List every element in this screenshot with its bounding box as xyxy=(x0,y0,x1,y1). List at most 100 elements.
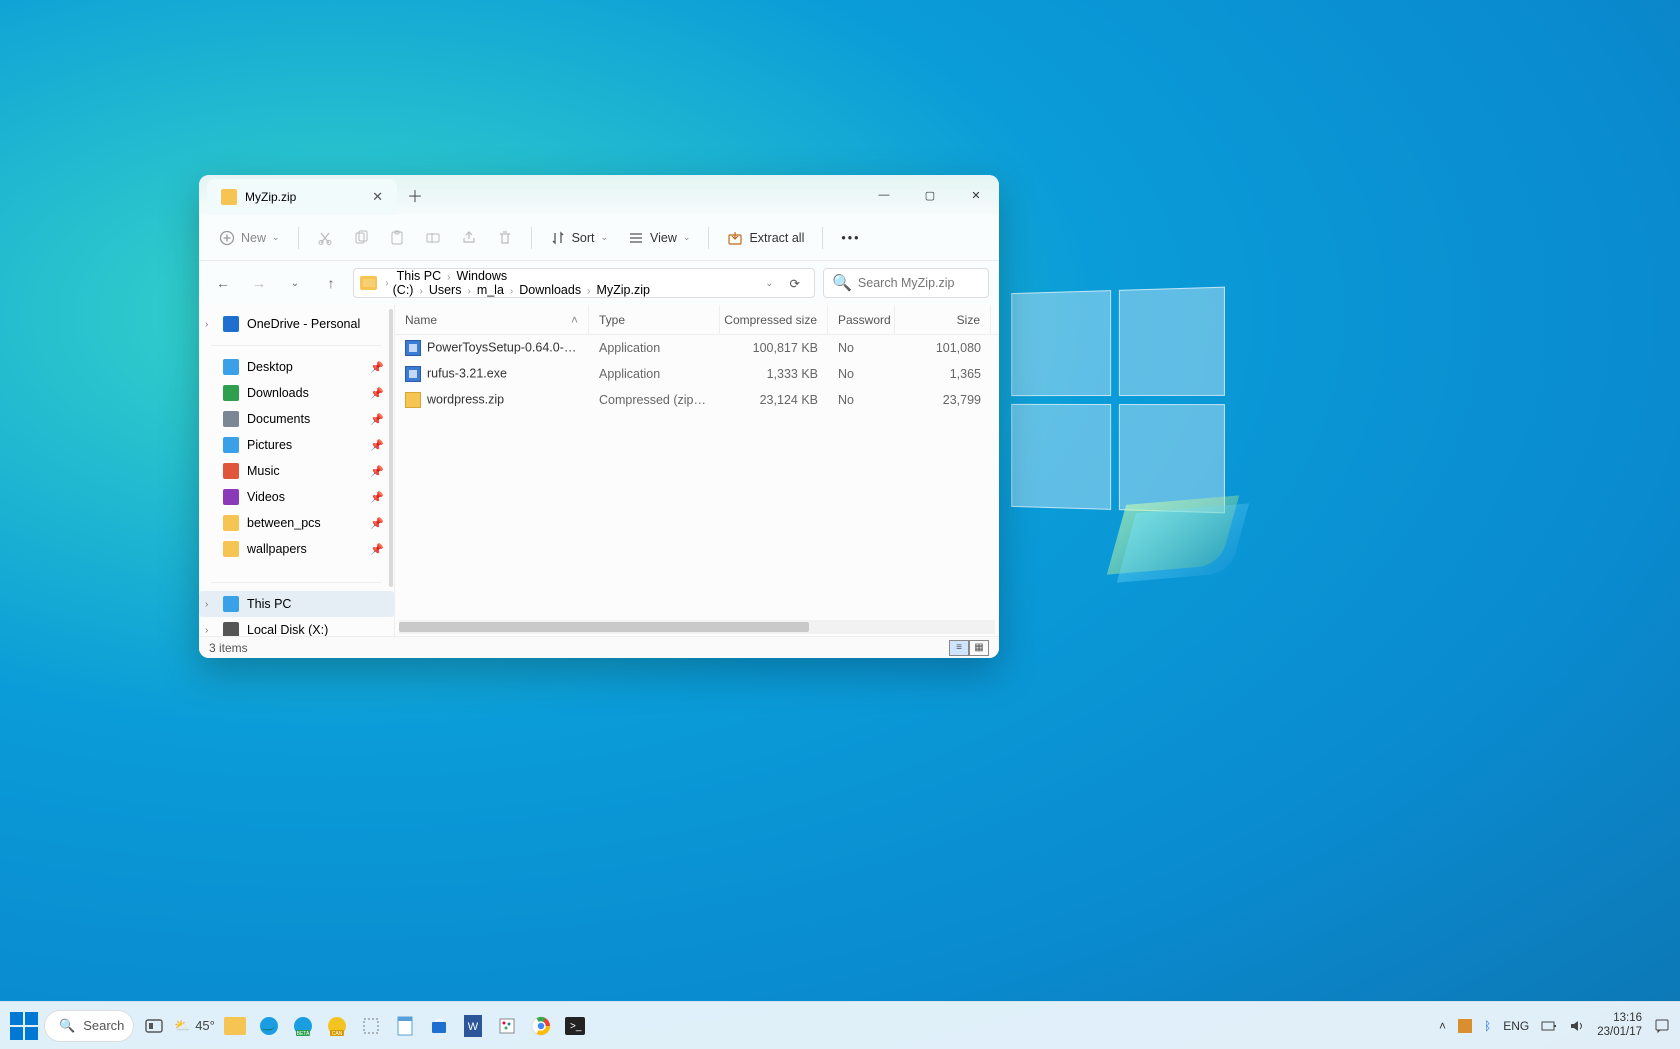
close-button[interactable]: ✕ xyxy=(953,175,999,215)
sidebar-item[interactable]: Downloads 📌 xyxy=(199,380,394,406)
sidebar-item-label: Downloads xyxy=(247,386,309,400)
file-explorer-taskbar-icon[interactable] xyxy=(221,1012,249,1040)
plus-circle-icon xyxy=(219,230,235,246)
sort-button[interactable]: Sort ⌄ xyxy=(542,224,616,252)
sidebar-item[interactable]: Desktop📌 xyxy=(199,354,394,380)
view-button[interactable]: View ⌄ xyxy=(620,224,698,252)
details-view-button[interactable]: ≡ xyxy=(949,640,969,656)
notifications-icon[interactable] xyxy=(1654,1018,1670,1034)
up-button[interactable]: ↑ xyxy=(317,269,345,297)
view-icon xyxy=(628,230,644,246)
sidebar-item[interactable]: Pictures📌 xyxy=(199,432,394,458)
extract-label: Extract all xyxy=(749,231,804,245)
task-view-button[interactable] xyxy=(140,1012,168,1040)
cell-csize: 23,124 KB xyxy=(720,393,828,407)
folder-icon xyxy=(223,596,239,612)
weather-widget[interactable]: ⛅ 45° xyxy=(174,1018,215,1034)
address-bar[interactable]: › This PC›Windows (C:)›Users›m_la›Downlo… xyxy=(353,268,815,298)
horizontal-scrollbar[interactable] xyxy=(399,620,995,634)
cell-name: PowerToysSetup-0.64.0-x64.exe xyxy=(395,340,589,356)
extract-all-button[interactable]: Extract all xyxy=(719,224,812,252)
cut-button[interactable] xyxy=(309,224,341,252)
tray-app-icon[interactable] xyxy=(1458,1019,1472,1033)
cell-size: 1,365 xyxy=(895,367,991,381)
tray-overflow-icon[interactable]: ˄ xyxy=(1439,1019,1446,1033)
sidebar-item[interactable]: wallpapers📌 xyxy=(199,536,394,562)
snipping-tool-icon[interactable] xyxy=(357,1012,385,1040)
copy-icon xyxy=(353,230,369,246)
delete-button[interactable] xyxy=(489,224,521,252)
file-row[interactable]: wordpress.zipCompressed (zipped) Fol...2… xyxy=(395,387,999,413)
word-taskbar-icon[interactable]: W xyxy=(459,1012,487,1040)
expand-icon[interactable]: › xyxy=(205,319,208,330)
breadcrumb-segment[interactable]: Downloads xyxy=(515,281,585,299)
back-button[interactable]: ← xyxy=(209,269,237,297)
column-header-pw[interactable]: Password ... xyxy=(828,305,895,334)
delete-icon xyxy=(497,230,513,246)
share-button[interactable] xyxy=(453,224,485,252)
pin-icon: 📌 xyxy=(370,543,384,556)
file-row[interactable]: rufus-3.21.exeApplication1,333 KBNo1,365 xyxy=(395,361,999,387)
file-row[interactable]: PowerToysSetup-0.64.0-x64.exeApplication… xyxy=(395,335,999,361)
notepad-taskbar-icon[interactable] xyxy=(391,1012,419,1040)
sidebar-item[interactable]: Videos📌 xyxy=(199,484,394,510)
store-taskbar-icon[interactable] xyxy=(425,1012,453,1040)
edge-canary-taskbar-icon[interactable]: CAN xyxy=(323,1012,351,1040)
svg-text:CAN: CAN xyxy=(332,1031,343,1037)
sidebar-item[interactable]: ›Local Disk (X:) xyxy=(199,617,394,636)
expand-icon[interactable]: › xyxy=(205,625,208,636)
forward-button[interactable]: → xyxy=(245,269,273,297)
column-header-size[interactable]: Size xyxy=(895,305,991,334)
edge-taskbar-icon[interactable] xyxy=(255,1012,283,1040)
new-button[interactable]: New ⌄ xyxy=(211,224,288,252)
language-indicator[interactable]: ENG xyxy=(1503,1019,1529,1033)
expand-icon[interactable]: › xyxy=(205,599,208,610)
sidebar-scrollbar[interactable] xyxy=(389,309,393,587)
breadcrumb-segment[interactable]: Users xyxy=(425,281,466,299)
network-icon[interactable] xyxy=(1541,1019,1557,1033)
sidebar-item[interactable]: ›This PC xyxy=(199,591,394,617)
more-button[interactable]: ••• xyxy=(833,225,868,251)
paste-button[interactable] xyxy=(381,224,413,252)
chevron-right-icon: › xyxy=(465,286,472,297)
clock[interactable]: 13:16 23/01/17 xyxy=(1597,1012,1642,1038)
refresh-button[interactable]: ⟳ xyxy=(782,276,808,291)
terminal-taskbar-icon[interactable]: >_ xyxy=(561,1012,589,1040)
sidebar-item-label: OneDrive - Personal xyxy=(247,317,360,331)
tab-active[interactable]: MyZip.zip ✕ xyxy=(207,179,397,215)
minimize-button[interactable]: — xyxy=(861,175,907,215)
column-header-csize[interactable]: Compressed size xyxy=(720,305,828,334)
copy-button[interactable] xyxy=(345,224,377,252)
address-dropdown-icon[interactable]: ⌄ xyxy=(759,278,779,289)
breadcrumb-segment[interactable]: MyZip.zip xyxy=(592,281,653,299)
sidebar-item-label: Pictures xyxy=(247,438,292,452)
chrome-taskbar-icon[interactable] xyxy=(527,1012,555,1040)
maximize-button[interactable]: ▢ xyxy=(907,175,953,215)
taskbar-search[interactable]: 🔍 Search xyxy=(44,1010,134,1042)
search-label: Search xyxy=(83,1018,124,1033)
tab-close-icon[interactable]: ✕ xyxy=(372,189,383,205)
thumbnails-view-button[interactable]: ▦ xyxy=(969,640,989,656)
sidebar-item[interactable]: between_pcs📌 xyxy=(199,510,394,536)
rename-button[interactable] xyxy=(417,224,449,252)
new-tab-button[interactable]: ＋ xyxy=(397,175,433,215)
cut-icon xyxy=(317,230,333,246)
edge-beta-taskbar-icon[interactable]: BETA xyxy=(289,1012,317,1040)
edge-icon xyxy=(258,1015,280,1037)
sidebar-item[interactable]: › OneDrive - Personal xyxy=(199,311,394,337)
view-label: View xyxy=(650,231,677,245)
column-header-name[interactable]: Name˄ xyxy=(395,305,589,334)
search-input[interactable] xyxy=(858,276,999,290)
pin-icon: 📌 xyxy=(370,387,384,400)
bluetooth-icon[interactable]: ᛒ xyxy=(1484,1019,1491,1033)
recent-button[interactable]: ⌄ xyxy=(281,269,309,297)
breadcrumb-segment[interactable]: m_la xyxy=(473,281,508,299)
volume-icon[interactable] xyxy=(1569,1019,1585,1033)
sidebar-item[interactable]: Music📌 xyxy=(199,458,394,484)
start-button[interactable] xyxy=(10,1012,38,1040)
sidebar-item[interactable]: Documents📌 xyxy=(199,406,394,432)
search-box[interactable]: 🔍 xyxy=(823,268,989,298)
column-header-type[interactable]: Type xyxy=(589,305,720,334)
paint-taskbar-icon[interactable] xyxy=(493,1012,521,1040)
sort-asc-icon: ˄ xyxy=(571,313,578,327)
